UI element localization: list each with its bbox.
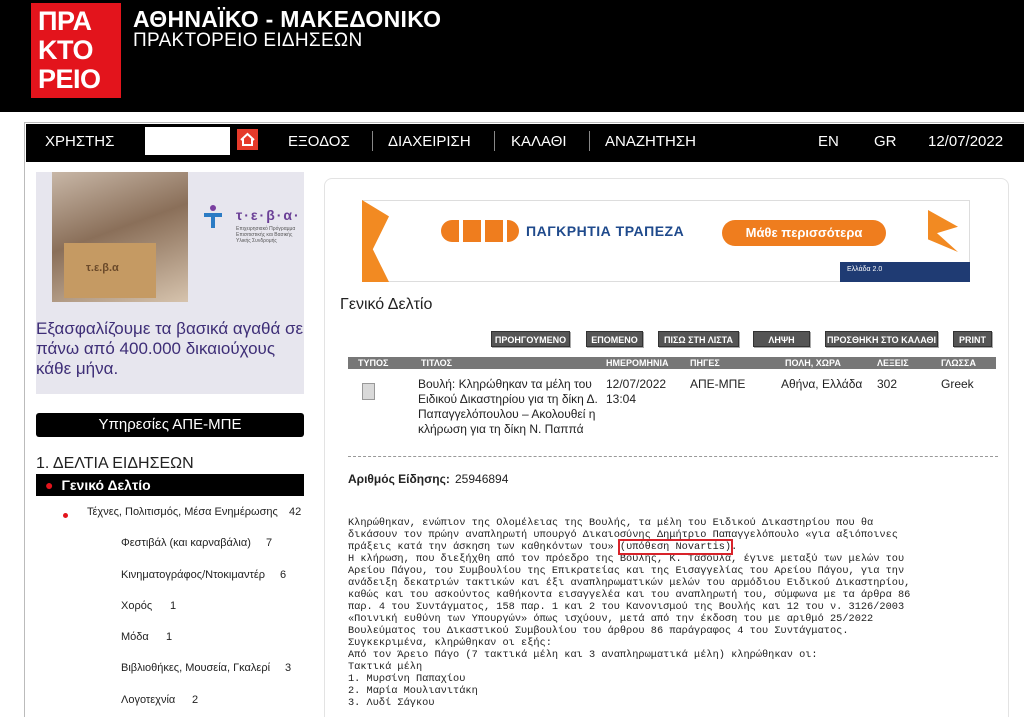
lang-gr[interactable]: GR [874, 133, 897, 150]
ad-bank-name: ΠΑΓΚΡΗΤΙΑ ΤΡΑΠΕΖΑ [526, 223, 685, 239]
teva-logo-icon [204, 205, 222, 228]
promo-text: Εξασφαλίζουμε τα βασικά αγαθά σε πάνω απ… [36, 319, 304, 378]
col-city: ΠΟΛΗ, ΧΩΡΑ [785, 358, 841, 368]
download-button[interactable]: ΛΗΨΗ [753, 331, 810, 347]
highlighted-text: (υπόθεση Novartis) [617, 539, 734, 555]
article-city: Αθήνα, Ελλάδα [781, 377, 863, 391]
services-header[interactable]: Υπηρεσίες ΑΠΕ-ΜΠΕ [36, 413, 304, 437]
sidebar-subitem-count: 2 [192, 694, 199, 706]
ad-footer-text: Ελλάδα 2.0 [847, 266, 883, 273]
next-button[interactable]: ΕΠΟΜΕΝΟ [586, 331, 643, 347]
nav-search[interactable]: ΑΝΑΖΗΤΗΣΗ [605, 133, 696, 150]
username-field [145, 127, 230, 155]
col-sources: ΠΗΓΕΣ [690, 358, 720, 368]
nav-divider [589, 131, 590, 151]
promo-box-label: τ.ε.β.α [86, 262, 119, 274]
news-id-value: 25946894 [455, 472, 509, 486]
bank-logo-icon [441, 220, 519, 242]
brand-subtitle: ΠΡΑΚΤΟΡΕΙΟ ΕΙΔΗΣΕΩΝ [133, 30, 363, 51]
nav-basket[interactable]: ΚΑΛΑΘΙ [511, 133, 567, 150]
sidebar-subitem-count: 7 [266, 537, 273, 549]
sidebar-subitem[interactable]: Βιβλιοθήκες, Μουσεία, Γκαλερί [121, 662, 270, 674]
article-body: Κληρώθηκαν, ενώπιον της Ολομέλειας της Β… [348, 517, 1008, 709]
sidebar-subitem-count: 6 [280, 569, 287, 581]
col-type: ΤΥΠΟΣ [358, 358, 389, 368]
sidebar-subitem-count: 3 [285, 662, 292, 674]
nav-divider [372, 131, 373, 151]
sidebar-subitem[interactable]: Τέχνες, Πολιτισμός, Μέσα Ενημέρωσης [87, 506, 278, 518]
document-icon [362, 383, 375, 400]
ad-cta-button[interactable]: Μάθε περισσότερα [722, 220, 886, 246]
sidebar-item-general-bulletin[interactable]: ● Γενικό Δελτίο [36, 474, 304, 496]
sidebar-subitem[interactable]: Κινηματογράφος/Ντοκιμαντέρ [121, 569, 265, 581]
article-language: Greek [941, 377, 974, 391]
article-date: 12/07/2022 13:04 [606, 377, 667, 406]
sidebar-subitem[interactable]: Λογοτεχνία [121, 694, 175, 706]
teva-logo-subtext: Επιχειρησιακό Πρόγραμμα Επισιτιστικής κα… [236, 226, 296, 244]
sidebar-subitem[interactable]: Φεστιβάλ (και καρναβάλια) [121, 537, 251, 549]
body-text: . Η κλήρωση, που διεξήχθη από τον πρόεδρ… [348, 541, 911, 709]
nav-admin[interactable]: ΔΙΑΧΕΙΡΙΣΗ [388, 133, 471, 150]
teva-logo-text: τ·ε·β·α· [236, 207, 301, 223]
nav-divider [494, 131, 495, 151]
home-icon[interactable] [237, 129, 258, 150]
category-heading[interactable]: 1. ΔΕΛΤΙΑ ΕΙΔΗΣΕΩΝ [36, 455, 194, 473]
sidebar-subitem-count: 1 [170, 600, 177, 612]
sidebar-subitem[interactable]: Χορός [121, 600, 152, 612]
print-button[interactable]: PRINT [953, 331, 992, 347]
add-to-basket-button[interactable]: ΠΡΟΣΘΗΚΗ ΣΤΟ ΚΑΛΑΘΙ [825, 331, 938, 347]
previous-button[interactable]: ΠΡΟΗΓΟΥΜΕΝΟ [491, 331, 570, 347]
col-words: ΛΕΞΕΙΣ [877, 358, 909, 368]
nav-logout[interactable]: ΕΞΟΔΟΣ [288, 133, 350, 150]
bullet-icon [63, 513, 68, 518]
sidebar-subitem[interactable]: Μόδα [121, 631, 149, 643]
page-title: Γενικό Δελτίο [340, 296, 433, 313]
article-words: 302 [877, 377, 898, 391]
col-language: ΓΛΩΣΣΑ [941, 358, 976, 368]
divider [348, 456, 998, 457]
news-id-label: Αριθμός Είδησης: [348, 472, 450, 486]
sidebar-subitem-count: 1 [166, 631, 173, 643]
sidebar-item-label: Γενικό Δελτίο [61, 477, 151, 493]
sidebar-subitem-count: 42 [289, 506, 302, 518]
nav-user-label: ΧΡΗΣΤΗΣ [45, 133, 115, 150]
back-to-list-button[interactable]: ΠΙΣΩ ΣΤΗ ΛΙΣΤΑ [658, 331, 739, 347]
brand-title: ΑΘΗΝΑΪΚΟ - ΜΑΚΕΔΟΝΙΚΟ [133, 6, 442, 32]
col-date: ΗΜΕΡΟΜΗΝΙΑ [606, 358, 669, 368]
lang-en[interactable]: EN [818, 133, 839, 150]
col-title: ΤΙΤΛΟΣ [421, 358, 452, 368]
active-bullet-icon: ● [45, 477, 54, 493]
nav-date: 12/07/2022 [928, 133, 1004, 150]
article-title[interactable]: Βουλή: Κληρώθηκαν τα μέλη του Ειδικού Δι… [418, 377, 603, 437]
article-source: ΑΠΕ-ΜΠΕ [690, 377, 746, 391]
apempe-logo[interactable]: ΠΡΑ ΚΤΟ ΡΕΙΟ [31, 3, 121, 98]
